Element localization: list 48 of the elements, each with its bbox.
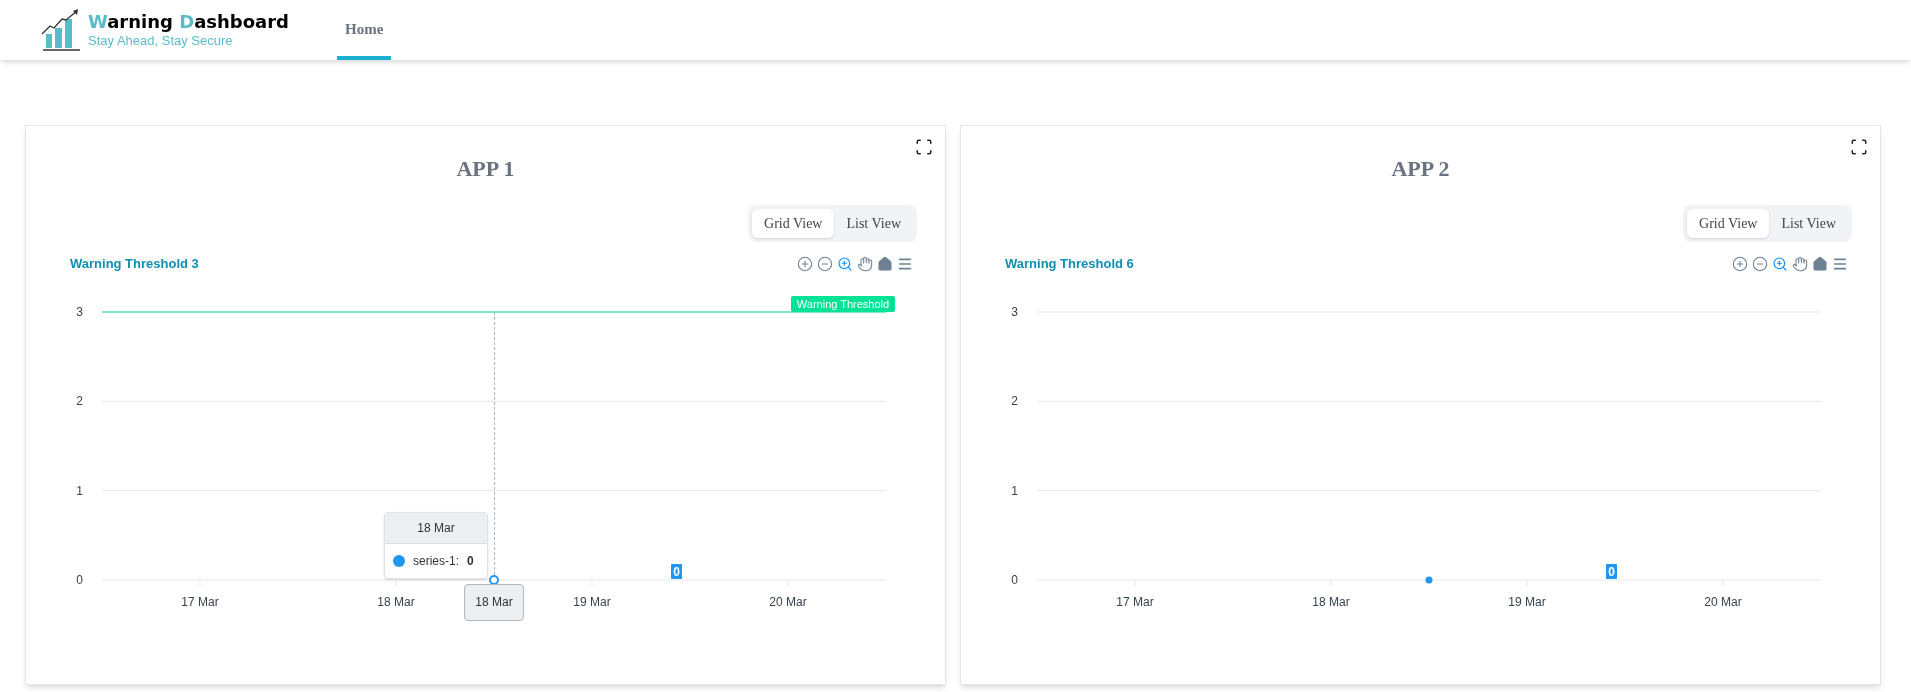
magnifier-icon[interactable] — [837, 255, 853, 272]
fullscreen-icon[interactable] — [915, 138, 933, 156]
zoom-in-icon[interactable] — [1732, 255, 1748, 272]
data-point — [1425, 576, 1433, 583]
tooltip-title: 18 Mar — [385, 512, 487, 544]
magnifier-icon[interactable] — [1772, 255, 1788, 272]
threshold-label: Warning Threshold — [791, 295, 895, 312]
tooltip-series-label: series-1: — [413, 552, 460, 570]
x-axis-label: 18 Mar — [1312, 594, 1350, 609]
app-title: APP 2 — [1390, 155, 1451, 183]
y-axis-label: 2 — [76, 393, 83, 408]
brand-tagline: Stay Ahead, Stay Secure — [88, 33, 234, 50]
app-title: APP 1 — [455, 155, 516, 183]
view-toggle-option[interactable]: Grid View — [1687, 209, 1770, 238]
y-axis-label: 0 — [1011, 572, 1018, 587]
x-axis-label: 17 Mar — [1116, 594, 1154, 609]
view-toggle-option[interactable]: Grid View — [752, 209, 835, 238]
chart-title: Warning Threshold 6 — [1005, 255, 1134, 273]
view-toggle-option[interactable]: List View — [834, 209, 913, 238]
data-label: 0 — [671, 563, 682, 579]
x-axis-label: 19 Mar — [573, 594, 611, 609]
zoom-in-icon[interactable] — [797, 255, 813, 272]
nav-tab[interactable]: Home — [337, 17, 392, 60]
y-axis-label: 1 — [76, 483, 83, 498]
tooltip-value: 0 — [467, 552, 474, 570]
home-icon[interactable] — [877, 255, 893, 272]
brand-title: Warning Dashboard — [88, 10, 289, 34]
y-axis-label: 3 — [1011, 304, 1018, 319]
zoom-out-icon[interactable] — [817, 255, 833, 272]
view-toggle-option[interactable]: List View — [1769, 209, 1848, 238]
chart-title: Warning Threshold 3 — [70, 255, 199, 273]
data-point — [489, 574, 499, 585]
zoom-out-icon[interactable] — [1752, 255, 1768, 272]
crosshair-axis-label: 18 Mar — [464, 583, 524, 621]
y-axis-label: 0 — [76, 572, 83, 587]
x-axis-label: 17 Mar — [181, 594, 219, 609]
hand-icon[interactable] — [1792, 255, 1808, 272]
fullscreen-icon[interactable] — [1850, 138, 1868, 156]
x-axis-label: 20 Mar — [1704, 594, 1742, 609]
x-axis-label: 20 Mar — [769, 594, 807, 609]
data-label: 0 — [1606, 563, 1617, 579]
home-icon[interactable] — [1812, 255, 1828, 272]
y-axis-label: 1 — [1011, 483, 1018, 498]
y-axis-label: 2 — [1011, 393, 1018, 408]
x-axis-label: 18 Mar — [377, 594, 415, 609]
hand-icon[interactable] — [857, 255, 873, 272]
x-axis-label: 19 Mar — [1508, 594, 1546, 609]
y-axis-label: 3 — [76, 304, 83, 319]
